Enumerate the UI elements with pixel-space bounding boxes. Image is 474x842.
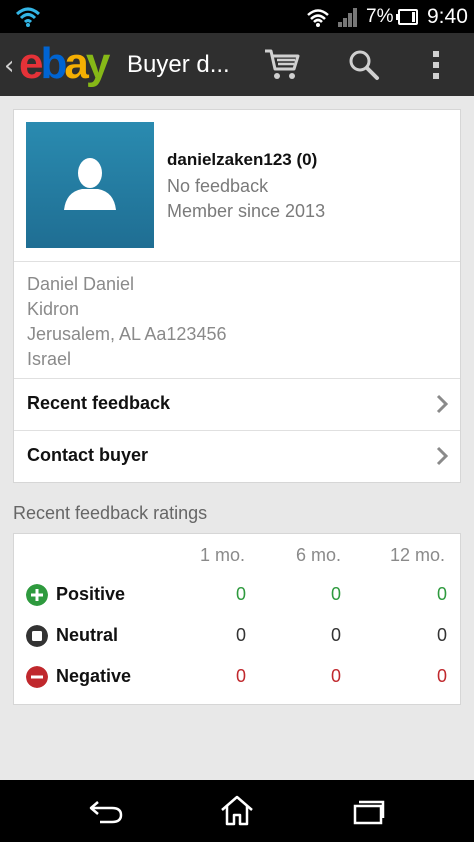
address-line: Jerusalem, AL Aa123456	[27, 324, 227, 344]
rating-row-neutral: Neutral 0 0 0	[14, 622, 460, 652]
buyer-card: danielzaken123 (0) No feedback Member si…	[13, 109, 461, 483]
rating-label: Neutral	[56, 625, 119, 645]
rating-value: 0	[236, 625, 247, 645]
rating-label: Negative	[56, 666, 132, 686]
column-header: 1 mo.	[200, 545, 246, 565]
rating-value: 0	[437, 625, 448, 645]
rating-value: 0	[331, 666, 342, 686]
rating-row-negative: Negative 0 0 0	[14, 663, 460, 693]
overflow-menu-icon[interactable]	[430, 50, 442, 80]
recent-feedback-row[interactable]: Recent feedback	[14, 378, 460, 430]
rating-value: 0	[437, 666, 448, 686]
square-circle-icon	[26, 625, 48, 647]
logo-letter: a	[64, 39, 89, 88]
contact-buyer-row[interactable]: Contact buyer	[14, 430, 460, 482]
content-area[interactable]: danielzaken123 (0) No feedback Member si…	[0, 96, 474, 780]
logo-letter: b	[40, 39, 67, 88]
recent-feedback-label: Recent feedback	[27, 393, 171, 413]
wifi-notification-icon	[15, 7, 41, 27]
address-line: Daniel Daniel	[27, 274, 135, 294]
back-chevron-icon[interactable]: ‹	[4, 51, 14, 81]
back-icon[interactable]	[88, 798, 124, 824]
ebay-logo[interactable]: ebay	[19, 39, 111, 89]
recents-icon[interactable]	[350, 797, 386, 825]
buyer-username: danielzaken123 (0)	[167, 150, 318, 169]
battery-icon	[396, 9, 418, 25]
divider	[14, 261, 460, 262]
member-since: Member since 2013	[167, 201, 326, 221]
plus-circle-icon	[26, 584, 48, 606]
ratings-section-title: Recent feedback ratings	[13, 503, 208, 523]
rating-value: 0	[236, 584, 247, 604]
logo-letter: e	[19, 39, 44, 88]
navigation-bar	[0, 780, 474, 842]
minus-circle-icon	[26, 666, 48, 688]
column-header: 6 mo.	[296, 545, 342, 565]
rating-value: 0	[236, 666, 247, 686]
battery-percent: 7%	[366, 6, 394, 27]
cart-icon[interactable]	[264, 47, 300, 81]
home-icon[interactable]	[219, 794, 255, 826]
rating-label: Positive	[56, 584, 126, 604]
page-title: Buyer d...	[127, 51, 230, 78]
column-header: 12 mo.	[390, 545, 446, 565]
rating-value: 0	[331, 584, 342, 604]
contact-buyer-label: Contact buyer	[27, 445, 149, 465]
person-icon	[64, 158, 116, 210]
address-line: Israel	[27, 349, 72, 369]
feedback-status: No feedback	[167, 176, 269, 196]
status-bar: 7% 9:40	[0, 0, 474, 33]
chevron-right-icon	[436, 446, 448, 466]
buyer-address: Daniel Daniel Kidron Jerusalem, AL Aa123…	[27, 272, 226, 372]
logo-letter: y	[85, 39, 111, 88]
rating-value: 0	[437, 584, 448, 604]
avatar	[26, 122, 154, 248]
action-bar: ‹ ebay Buyer d...	[0, 33, 474, 96]
clock: 9:40	[427, 5, 468, 28]
search-icon[interactable]	[348, 49, 380, 81]
rating-row-positive: Positive 0 0 0	[14, 581, 460, 611]
rating-value: 0	[331, 625, 342, 645]
chevron-right-icon	[436, 394, 448, 414]
wifi-icon	[307, 9, 329, 27]
ratings-card: 1 mo. 6 mo. 12 mo. Positive 0 0 0 Neutra…	[13, 533, 461, 705]
address-line: Kidron	[27, 299, 80, 319]
signal-icon	[338, 8, 357, 27]
